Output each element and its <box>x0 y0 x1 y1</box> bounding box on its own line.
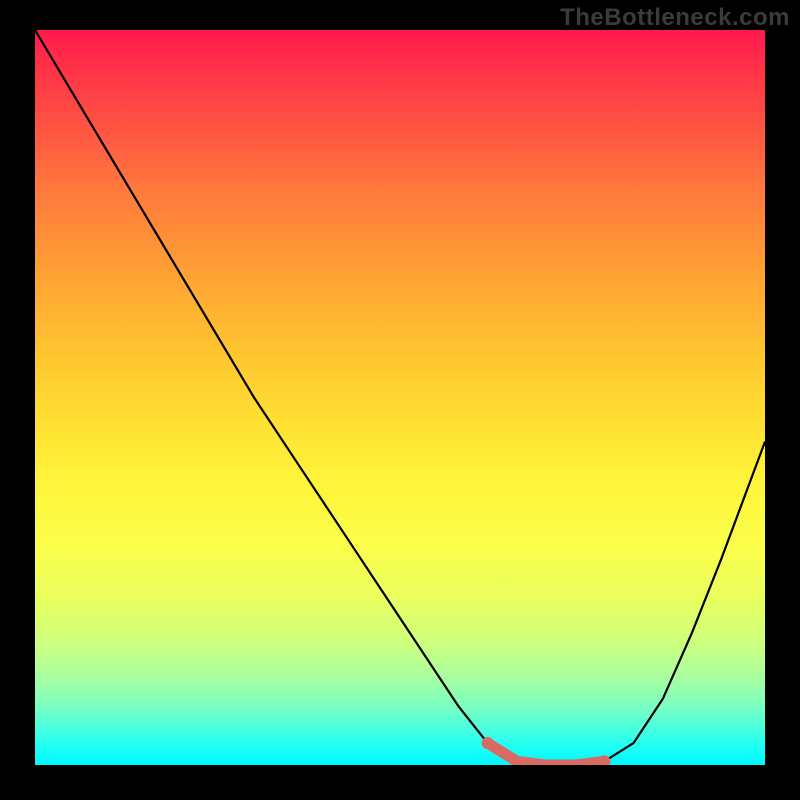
plot-area <box>35 30 765 765</box>
chart-container: TheBottleneck.com <box>0 0 800 800</box>
flat-region-dot-left <box>482 737 494 749</box>
watermark-text: TheBottleneck.com <box>560 4 790 32</box>
curve-svg <box>35 30 765 765</box>
bottleneck-curve-path <box>35 30 765 765</box>
flat-region-highlight <box>488 743 605 765</box>
